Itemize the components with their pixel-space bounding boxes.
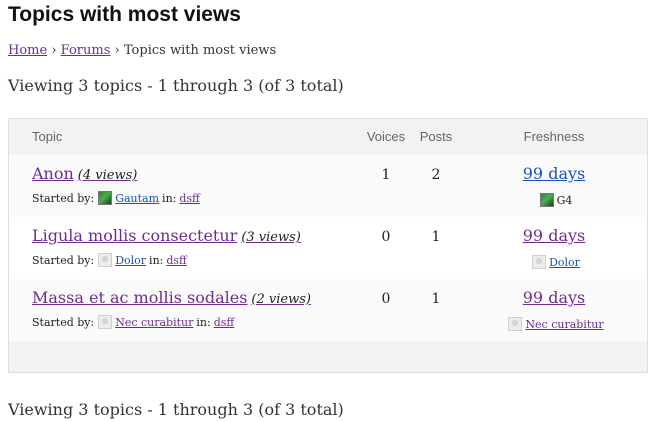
post-count: 1 <box>431 291 441 307</box>
topic-title[interactable]: Anon <box>32 164 74 183</box>
author-link[interactable]: Gautam <box>115 192 159 205</box>
topic-meta: Started by: Gautam in: dsff <box>32 191 200 205</box>
in-label: in: <box>196 315 211 329</box>
forum-link[interactable]: dsff <box>214 316 235 329</box>
started-by-label: Started by: <box>32 191 95 205</box>
voice-count: 0 <box>381 291 391 307</box>
voice-count: 0 <box>381 229 391 245</box>
topic-row: Massa et ac mollis sodales (2 views) Star… <box>9 279 647 342</box>
voice-count: 1 <box>381 167 391 183</box>
column-header-voices: Voices <box>366 129 406 144</box>
page-title: Topics with most views <box>8 3 241 26</box>
column-header-topic: Topic <box>32 129 63 144</box>
freshness-link[interactable]: 99 days <box>494 226 614 245</box>
topic-views: (3 views) <box>241 230 301 245</box>
last-author-avatar[interactable] <box>532 255 547 269</box>
started-by-label: Started by: <box>32 315 95 329</box>
breadcrumb: Home › Forums › Topics with most views <box>8 43 276 58</box>
breadcrumb-current: Topics with most views <box>123 43 277 58</box>
breadcrumb-separator: › <box>114 43 120 58</box>
post-count: 1 <box>431 229 441 245</box>
topic-meta: Started by: Dolor in: dsff <box>32 253 187 267</box>
forum-link[interactable]: dsff <box>179 192 200 205</box>
in-label: in: <box>149 253 164 267</box>
topic-title[interactable]: Massa et ac mollis sodales <box>32 288 247 307</box>
topic-title[interactable]: Ligula mollis consectetur <box>32 226 237 245</box>
topic-views: (4 views) <box>77 168 138 183</box>
column-header-posts: Posts <box>419 129 453 144</box>
topic-title-link[interactable]: Anon (4 views) <box>32 164 137 183</box>
topic-title-link[interactable]: Ligula mollis consectetur (3 views) <box>32 226 301 245</box>
topics-table: Topic Voices Posts Freshness Anon (4 view… <box>8 118 648 373</box>
last-author-avatar[interactable] <box>508 317 523 331</box>
author-link[interactable]: Dolor <box>115 254 146 267</box>
last-author-avatar[interactable] <box>539 193 554 207</box>
last-author-link[interactable]: Dolor <box>549 256 580 269</box>
pagination-count-bottom: Viewing 3 topics - 1 through 3 (of 3 tot… <box>8 400 344 419</box>
topic-views: (2 views) <box>251 292 311 307</box>
topic-title-link[interactable]: Massa et ac mollis sodales (2 views) <box>32 288 311 307</box>
breadcrumb-forums-link[interactable]: Forums <box>61 43 111 58</box>
last-author-name: G4 <box>556 193 573 207</box>
forum-link[interactable]: dsff <box>166 254 187 267</box>
topic-row: Anon (4 views) Started by: Gautam in: dsf… <box>9 155 647 218</box>
breadcrumb-separator: › <box>51 43 57 58</box>
started-by-label: Started by: <box>32 253 95 267</box>
post-count: 2 <box>431 167 441 183</box>
author-link[interactable]: Nec curabitur <box>115 316 193 329</box>
topic-meta: Started by: Nec curabitur in: dsff <box>32 315 234 329</box>
freshness-link[interactable]: 99 days <box>494 164 614 183</box>
author-avatar[interactable] <box>98 315 113 329</box>
column-header-freshness: Freshness <box>523 129 585 144</box>
freshness-author: Nec curabitur <box>494 317 614 331</box>
in-label: in: <box>162 191 177 205</box>
topics-table-footer <box>9 341 647 372</box>
pagination-count-top: Viewing 3 topics - 1 through 3 (of 3 tot… <box>8 76 344 95</box>
freshness-author: Dolor <box>494 255 614 269</box>
topics-table-header: Topic Voices Posts Freshness <box>9 119 647 156</box>
last-author-link[interactable]: Nec curabitur <box>525 318 603 331</box>
topic-row: Ligula mollis consectetur (3 views) Start… <box>9 217 647 280</box>
author-avatar[interactable] <box>98 191 113 205</box>
breadcrumb-home-link[interactable]: Home <box>8 43 47 58</box>
freshness-link[interactable]: 99 days <box>494 288 614 307</box>
author-avatar[interactable] <box>98 253 113 267</box>
freshness-author: G4 <box>494 193 614 207</box>
